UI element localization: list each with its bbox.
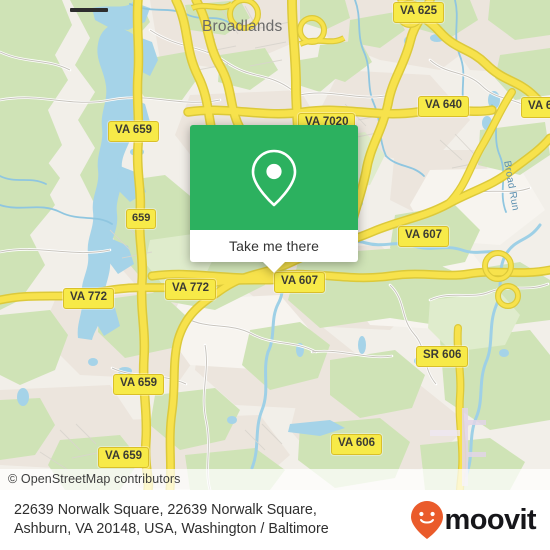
- road-shield-va-6[interactable]: VA 6: [521, 97, 550, 118]
- road-shield-va-640[interactable]: VA 640: [418, 96, 470, 117]
- moovit-map-screenshot: Broadlands Broad Run VA 625 VA 640 VA 6 …: [0, 0, 550, 550]
- location-popup-card[interactable]: Take me there: [190, 125, 358, 273]
- dam: [70, 8, 108, 12]
- popup-header: [190, 125, 358, 230]
- road-shield-va-772-left[interactable]: VA 772: [63, 288, 115, 309]
- popup-footer[interactable]: Take me there: [190, 230, 358, 273]
- map-pin-icon: [251, 149, 297, 206]
- address-line-1: 22639 Norwalk Square, 22639 Norwalk Squa…: [14, 502, 317, 518]
- road-shield-va-607-left[interactable]: VA 607: [274, 272, 326, 293]
- moovit-wordmark: moovit: [444, 503, 537, 536]
- road-shield-va-659-mid[interactable]: VA 659: [113, 374, 165, 395]
- road-shield-va-659-upper[interactable]: VA 659: [108, 121, 160, 142]
- moovit-logo[interactable]: moovit: [410, 500, 537, 540]
- address-text: 22639 Norwalk Square, 22639 Norwalk Squa…: [14, 501, 329, 539]
- moovit-pin-icon: [410, 501, 443, 539]
- road-shield-sr-606[interactable]: SR 606: [416, 346, 469, 367]
- take-me-there-label: Take me there: [228, 238, 319, 254]
- map-canvas[interactable]: Broadlands Broad Run VA 625 VA 640 VA 6 …: [0, 0, 550, 490]
- road-shield-va-607-right[interactable]: VA 607: [398, 226, 450, 247]
- osm-attribution[interactable]: © OpenStreetMap contributors: [0, 469, 550, 490]
- popup-pointer-tail: [263, 262, 285, 273]
- road-shield-va-606[interactable]: VA 606: [331, 434, 383, 455]
- road-shield-va-625[interactable]: VA 625: [393, 2, 445, 23]
- road-shield-va-659-lower[interactable]: VA 659: [98, 447, 150, 468]
- footer-bar: 22639 Norwalk Square, 22639 Norwalk Squa…: [0, 490, 550, 550]
- address-line-2: Ashburn, VA 20148, USA, Washington / Bal…: [14, 521, 329, 537]
- road-shield-659[interactable]: 659: [126, 209, 157, 229]
- road-shield-va-772-right[interactable]: VA 772: [165, 279, 217, 300]
